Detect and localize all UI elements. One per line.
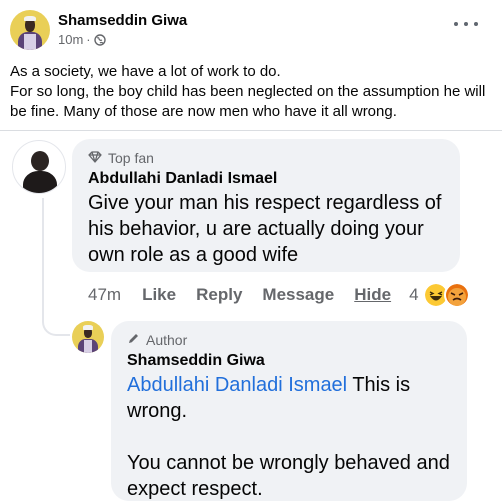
reaction-count[interactable]: 4 [409, 285, 418, 305]
hide-button[interactable]: Hide [354, 285, 391, 305]
reply-text: Abdullahi Danladi Ismael This is wrong. … [127, 372, 457, 502]
thread-connector [42, 300, 70, 336]
message-button[interactable]: Message [262, 285, 334, 305]
reply-button[interactable]: Reply [196, 285, 242, 305]
comment-bubble: Top fan Abdullahi Danladi Ismael Give yo… [72, 139, 460, 272]
author-badge: Author [127, 332, 187, 348]
more-options-icon[interactable] [454, 16, 478, 32]
reply-second-paragraph: You cannot be wrongly behaved and expect… [127, 452, 450, 500]
post-text: As a society, we have a lot of work to d… [10, 62, 490, 122]
diamond-icon [88, 150, 102, 166]
reply-author-avatar[interactable] [72, 321, 104, 353]
poster-name[interactable]: Shamseddin Giwa [58, 12, 187, 29]
angry-emoji-icon [443, 282, 470, 308]
badge-label: Top fan [108, 150, 154, 166]
pencil-icon [127, 332, 140, 348]
post-time[interactable]: 10m [58, 32, 83, 47]
reply-author-name[interactable]: Shamseddin Giwa [127, 352, 265, 370]
post-card: Shamseddin Giwa 10m · As a society, we h… [0, 0, 502, 131]
mention-link[interactable]: Abdullahi Danladi Ismael [127, 374, 347, 396]
reply-first-paragraph: Abdullahi Danladi Ismael This is wrong. [127, 372, 457, 424]
badge-label: Author [146, 332, 188, 348]
meta-separator: · [86, 32, 91, 47]
comment-time[interactable]: 47m [88, 285, 121, 305]
post-text-line: For so long, the boy child has been negl… [10, 83, 486, 120]
post-text-line: As a society, we have a lot of work to d… [10, 63, 281, 80]
commenter-avatar[interactable] [12, 140, 66, 194]
globe-icon [93, 33, 106, 46]
reactions[interactable] [422, 282, 470, 308]
comment-text: Give your man his respect regardless of … [88, 192, 442, 266]
reply-bubble: Author Shamseddin Giwa Abdullahi Danladi… [111, 321, 467, 501]
top-fan-badge: Top fan [88, 150, 154, 166]
comment-actions: 47m Like Reply Message Hide 4 [88, 282, 470, 308]
post-meta: 10m · [58, 32, 106, 47]
commenter-name[interactable]: Abdullahi Danladi Ismael [88, 170, 277, 188]
like-button[interactable]: Like [142, 285, 176, 305]
poster-avatar[interactable] [10, 10, 50, 50]
